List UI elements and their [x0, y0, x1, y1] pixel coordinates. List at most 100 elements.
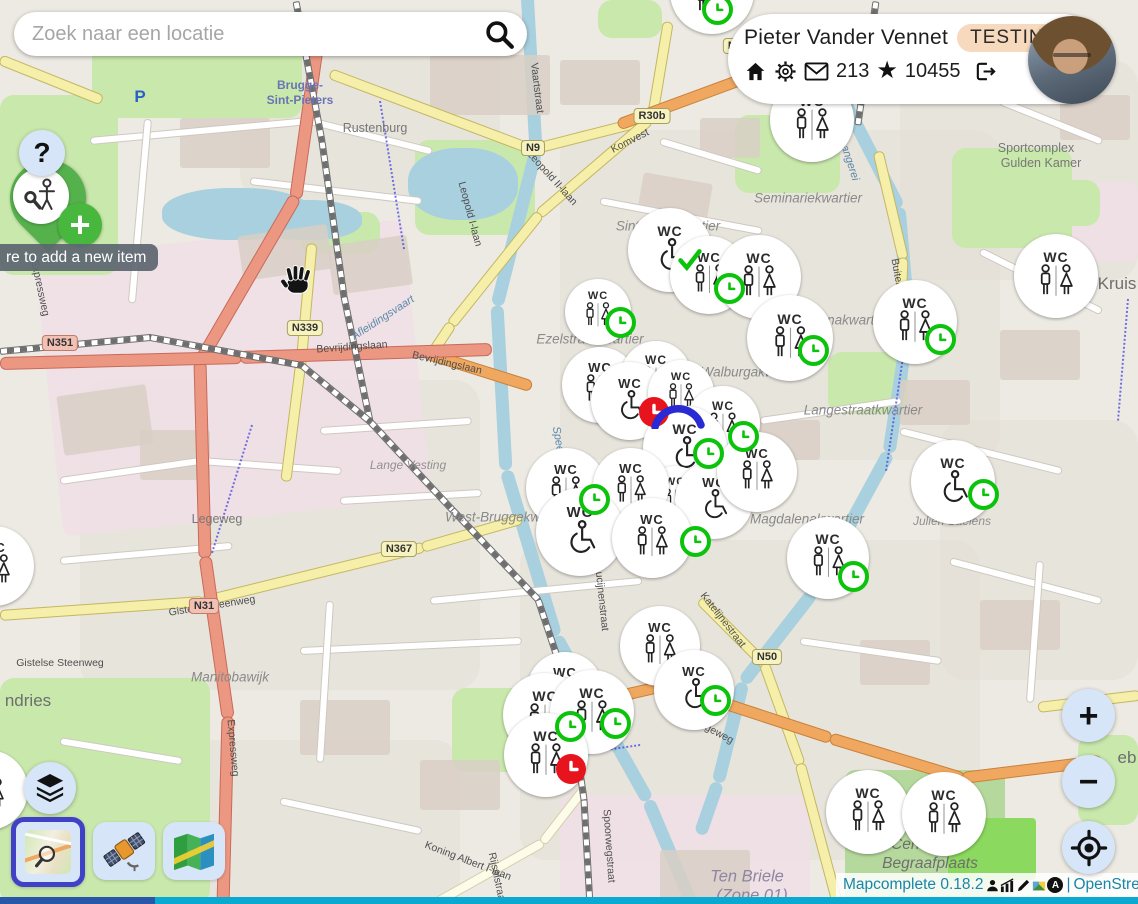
male-female-icon — [736, 460, 778, 497]
changeset-count[interactable]: 10455 — [905, 60, 961, 83]
attribution-separator: | — [1066, 876, 1070, 894]
wc-marker-label: WC — [0, 541, 6, 554]
search-input[interactable] — [14, 23, 483, 46]
clock-badge-green[interactable] — [579, 484, 610, 515]
wc-marker-label: WC — [682, 665, 706, 678]
male-female-icon — [1034, 264, 1078, 303]
male-female-icon — [846, 800, 890, 839]
theme-flag-icon — [1032, 879, 1046, 893]
map-shape — [300, 700, 390, 755]
add-item-tooltip: re to add a new item — [0, 244, 158, 271]
wc-marker-label: WC — [579, 686, 604, 700]
star-icon: ★ — [876, 59, 898, 83]
message-count[interactable]: 213 — [836, 60, 869, 83]
osm-link[interactable]: OpenStreetMap — [1073, 876, 1138, 894]
wc-marker-toilets[interactable]: WC — [826, 770, 910, 854]
avatar-glasses — [1053, 53, 1092, 57]
mapcomplete-app: PBrugge-Sint-PietersRustenburgSint-Gilli… — [0, 0, 1138, 904]
wc-marker-label: WC — [640, 513, 664, 526]
add-new-item-button[interactable]: + — [58, 203, 102, 247]
map-shape — [430, 55, 550, 115]
wc-marker-label: WC — [931, 788, 956, 802]
geolocate-button[interactable] — [1062, 821, 1115, 874]
zoom-in-button[interactable]: + — [1062, 689, 1115, 742]
wc-marker-toilets[interactable]: WC — [902, 772, 986, 856]
bottom-accent-bar — [0, 897, 1138, 904]
clock-badge-green[interactable] — [600, 708, 631, 739]
male-female-icon — [0, 778, 9, 815]
clock-badge-green[interactable] — [693, 438, 724, 469]
clock-badge-green[interactable] — [555, 711, 586, 742]
magnifier-icon — [35, 843, 61, 869]
wc-marker-label: WC — [712, 400, 734, 412]
map-shape — [1000, 330, 1080, 380]
gear-icon[interactable] — [774, 60, 797, 83]
wheelchair-icon — [561, 520, 600, 560]
wc-marker-label: WC — [619, 462, 643, 475]
wc-marker-label: WC — [746, 251, 771, 265]
attribution-icons: A — [986, 877, 1063, 893]
clock-badge-green[interactable] — [700, 685, 731, 716]
map-shape — [598, 0, 662, 38]
clock-badge-red[interactable] — [556, 754, 586, 784]
mail-icon[interactable] — [804, 62, 829, 81]
background-option-satellite[interactable] — [93, 822, 155, 880]
clock-badge-green[interactable] — [605, 307, 636, 338]
map-canvas[interactable]: PBrugge-Sint-PietersRustenburgSint-Gilli… — [0, 0, 1138, 904]
clock-badge-green[interactable] — [728, 421, 759, 452]
help-button[interactable]: ? — [19, 130, 65, 176]
app-version[interactable]: Mapcomplete 0.18.2 — [843, 876, 983, 894]
search-bar — [14, 12, 527, 56]
map-shape — [980, 600, 1060, 650]
home-icon[interactable] — [744, 60, 767, 83]
user-name[interactable]: Pieter Vander Vennet — [744, 26, 948, 50]
crosshair-icon — [1068, 827, 1110, 869]
map-shape — [660, 850, 750, 900]
wc-marker-toilets[interactable]: WC — [0, 526, 34, 606]
background-option-osmcarto[interactable] — [163, 822, 225, 880]
check-badge-green — [676, 246, 703, 278]
search-icon[interactable] — [483, 18, 515, 50]
background-option-map[interactable] — [11, 817, 85, 887]
clock-badge-green[interactable] — [714, 273, 745, 304]
clock-badge-green[interactable] — [680, 526, 711, 557]
map-shape — [491, 305, 513, 471]
pencil-icon[interactable] — [1016, 878, 1031, 893]
layers-button[interactable] — [24, 762, 76, 814]
male-female-icon — [922, 802, 966, 841]
male-female-icon — [0, 554, 15, 591]
male-female-icon — [631, 526, 673, 563]
map-shape — [1117, 299, 1129, 421]
map-shape — [560, 60, 640, 105]
user-stat-icon[interactable] — [986, 878, 999, 893]
circle-a-icon[interactable]: A — [1047, 877, 1063, 893]
map-shape — [1040, 180, 1100, 226]
selected-location-arc — [649, 393, 707, 434]
clock-badge-green[interactable] — [838, 561, 869, 592]
zoom-out-button[interactable]: − — [1062, 755, 1115, 808]
map-shape — [408, 148, 518, 220]
wc-marker-label: WC — [815, 532, 840, 546]
wc-marker-label: WC — [648, 621, 672, 634]
clock-badge-green[interactable] — [925, 324, 956, 355]
satellite-icon — [101, 828, 147, 874]
clock-badge-green[interactable] — [968, 479, 999, 510]
wc-marker-label: WC — [855, 786, 880, 800]
folded-map-icon — [172, 831, 216, 871]
background-chooser — [16, 822, 225, 887]
wc-marker-label: WC — [618, 377, 642, 390]
wc-marker-label: WC — [940, 456, 965, 470]
toilet-wrench-icon — [21, 176, 61, 216]
wc-marker-label: WC — [588, 291, 608, 302]
map-shape — [900, 380, 970, 425]
stats-icon[interactable] — [1000, 878, 1015, 893]
clock-badge-green[interactable] — [702, 0, 733, 25]
bottom-accent-bar-segment — [0, 897, 155, 904]
user-avatar[interactable] — [1028, 16, 1116, 104]
wheelchair-icon — [935, 470, 972, 509]
wc-marker-label: WC — [1043, 250, 1068, 264]
logout-icon[interactable] — [974, 60, 997, 83]
wc-marker-label: WC — [554, 463, 578, 476]
wc-marker-toilets[interactable]: WC — [1014, 234, 1098, 318]
clock-badge-green[interactable] — [798, 335, 829, 366]
